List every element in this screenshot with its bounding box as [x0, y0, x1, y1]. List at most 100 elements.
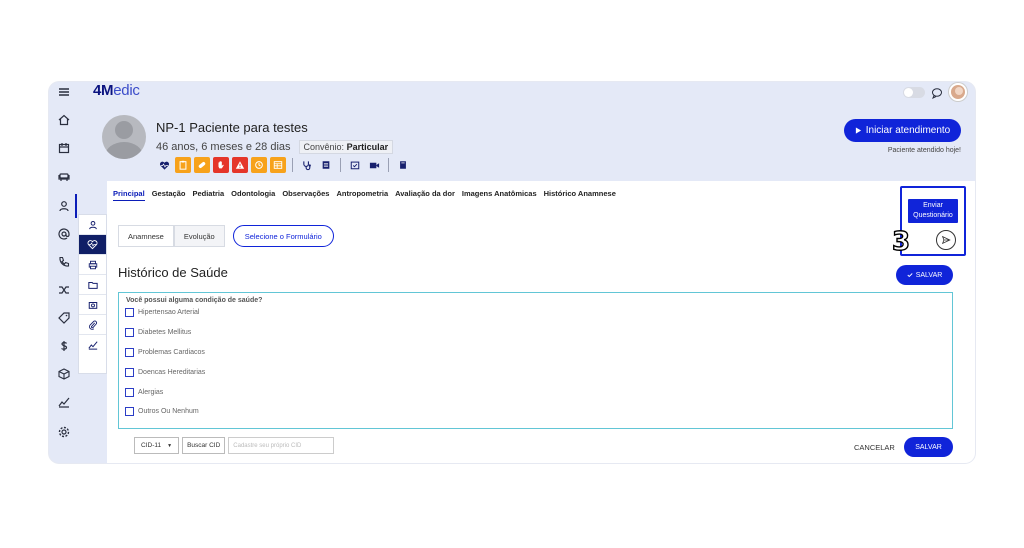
patient-age: 46 anos, 6 meses e 28 dias: [156, 141, 291, 153]
save-top-label: SALVAR: [915, 271, 943, 279]
option-label: Doencas Hereditarias: [138, 369, 206, 376]
settings-icon[interactable]: [49, 422, 78, 442]
segment-anamnese[interactable]: Anamnese: [118, 225, 174, 247]
start-attendance-button[interactable]: Iniciar atendimento: [844, 119, 961, 142]
calendar-check-icon[interactable]: [347, 157, 363, 173]
camera-icon[interactable]: [79, 295, 106, 315]
tab-avaliacao-dor[interactable]: Avaliação da dor: [395, 189, 455, 201]
send-questionnaire-line2: Questionário: [913, 212, 953, 219]
save-button[interactable]: SALVAR: [904, 437, 953, 457]
dollar-icon[interactable]: [49, 336, 78, 356]
form-type-segment: Anamnese Evolução Selecione o Formulário: [118, 225, 334, 247]
folder-icon[interactable]: [79, 275, 106, 295]
icon-separator: [292, 158, 293, 172]
section-title: Histórico de Saúde: [118, 265, 228, 280]
tab-antropometria[interactable]: Antropometria: [336, 189, 388, 201]
waiting-room-icon[interactable]: [49, 166, 78, 186]
record-heart-pulse-icon[interactable]: [79, 235, 106, 255]
checkbox[interactable]: [125, 328, 134, 337]
tab-observacoes[interactable]: Observações: [282, 189, 329, 201]
option-row[interactable]: Problemas Cardiacos: [125, 348, 205, 357]
question-label: Você possui alguma condição de saúde?: [126, 297, 263, 304]
convenio-label: Convênio:: [303, 142, 345, 152]
tab-pediatria[interactable]: Pediatria: [192, 189, 224, 201]
patient-info: 46 anos, 6 meses e 28 dias Convênio: Par…: [156, 140, 394, 154]
icon-separator: [340, 158, 341, 172]
pill-icon[interactable]: [194, 157, 210, 173]
patient-alert-icons: [156, 157, 411, 173]
option-label: Diabetes Mellitus: [138, 329, 192, 336]
phone-icon[interactable]: [49, 252, 78, 272]
tag-icon[interactable]: [49, 308, 78, 328]
heart-pulse-icon[interactable]: [156, 157, 172, 173]
user-avatar[interactable]: [949, 83, 967, 101]
chat-icon[interactable]: [931, 86, 943, 100]
checkbox[interactable]: [125, 348, 134, 357]
tab-principal[interactable]: Principal: [113, 189, 145, 201]
warning-icon[interactable]: [232, 157, 248, 173]
sidebar-active-indicator: [75, 194, 77, 218]
chart-icon[interactable]: [49, 392, 78, 412]
send-questionnaire-button[interactable]: Enviar Questionário: [908, 199, 958, 223]
select-form-button[interactable]: Selecione o Formulário: [232, 225, 334, 247]
app-logo[interactable]: 4Medic: [93, 82, 140, 100]
box-icon[interactable]: [49, 364, 78, 384]
play-icon: [855, 127, 861, 134]
checkbox[interactable]: [125, 407, 134, 416]
patient-avatar: [102, 115, 146, 159]
convenio-value: Particular: [346, 142, 389, 152]
start-attendance-label: Iniciar atendimento: [865, 125, 951, 136]
option-row[interactable]: Outros Ou Nenhum: [125, 407, 199, 416]
home-icon[interactable]: [49, 110, 78, 130]
menu-icon[interactable]: [49, 82, 78, 102]
stethoscope-icon[interactable]: [299, 157, 315, 173]
tab-historico-anamnese[interactable]: Histórico Anamnese: [544, 189, 616, 201]
search-cid-button[interactable]: Buscar CID: [182, 437, 226, 454]
save-top-button[interactable]: SALVAR: [896, 265, 953, 285]
notes-icon[interactable]: [318, 157, 334, 173]
video-icon[interactable]: [366, 157, 382, 173]
step-callout: 3: [891, 227, 911, 257]
patient-icon[interactable]: [49, 196, 78, 216]
growth-chart-icon[interactable]: [79, 335, 106, 355]
tab-gestacao[interactable]: Gestação: [152, 189, 186, 201]
at-icon[interactable]: [49, 224, 78, 244]
option-row[interactable]: Diabetes Mellitus: [125, 328, 191, 337]
option-label: Hipertensao Arterial: [138, 309, 200, 316]
calendar-icon[interactable]: [49, 138, 78, 158]
checkbox[interactable]: [125, 368, 134, 377]
logo-rest: edic: [113, 82, 140, 99]
tab-odontologia[interactable]: Odontologia: [231, 189, 275, 201]
cid-version-select[interactable]: CID-11 ▼: [134, 437, 180, 454]
patient-name: NP-1 Paciente para testes: [156, 120, 308, 135]
tab-imagens-anatomicas[interactable]: Imagens Anatômicas: [462, 189, 537, 201]
printer-icon[interactable]: [79, 255, 106, 275]
app-window: 4Medic NP-1 Paciente para testes 46 anos…: [49, 82, 975, 463]
send-questionnaire-line1: Enviar: [923, 202, 943, 209]
history-icon[interactable]: [251, 157, 267, 173]
option-label: Alergias: [138, 389, 164, 396]
attended-note: Paciente atendido hoje!: [887, 147, 961, 154]
option-label: Problemas Cardiacos: [138, 349, 205, 356]
attachment-icon[interactable]: [79, 315, 106, 335]
main-sidebar: [49, 82, 78, 463]
send-icon[interactable]: [936, 230, 956, 250]
custom-cid-input[interactable]: Cadastre seu próprio CID: [228, 437, 335, 454]
segment-evolucao[interactable]: Evolução: [173, 225, 225, 247]
option-row[interactable]: Hipertensao Arterial: [125, 308, 199, 317]
option-row[interactable]: Alergias: [125, 388, 163, 397]
top-right-controls: [903, 83, 967, 101]
main-content: Principal Gestação Pediatria Odontologia…: [78, 181, 975, 463]
option-row[interactable]: Doencas Hereditarias: [125, 368, 205, 377]
cancel-button[interactable]: CANCELAR: [854, 443, 895, 452]
check-icon: [907, 273, 913, 278]
hand-stop-icon[interactable]: [213, 157, 229, 173]
clipboard-icon[interactable]: [175, 157, 191, 173]
checkbox[interactable]: [125, 388, 134, 397]
shuffle-icon[interactable]: [49, 280, 78, 300]
table-icon[interactable]: [270, 157, 286, 173]
theme-toggle[interactable]: [903, 86, 925, 98]
record-patient-icon[interactable]: [79, 215, 106, 235]
checkbox[interactable]: [125, 308, 134, 317]
book-icon[interactable]: [395, 157, 411, 173]
